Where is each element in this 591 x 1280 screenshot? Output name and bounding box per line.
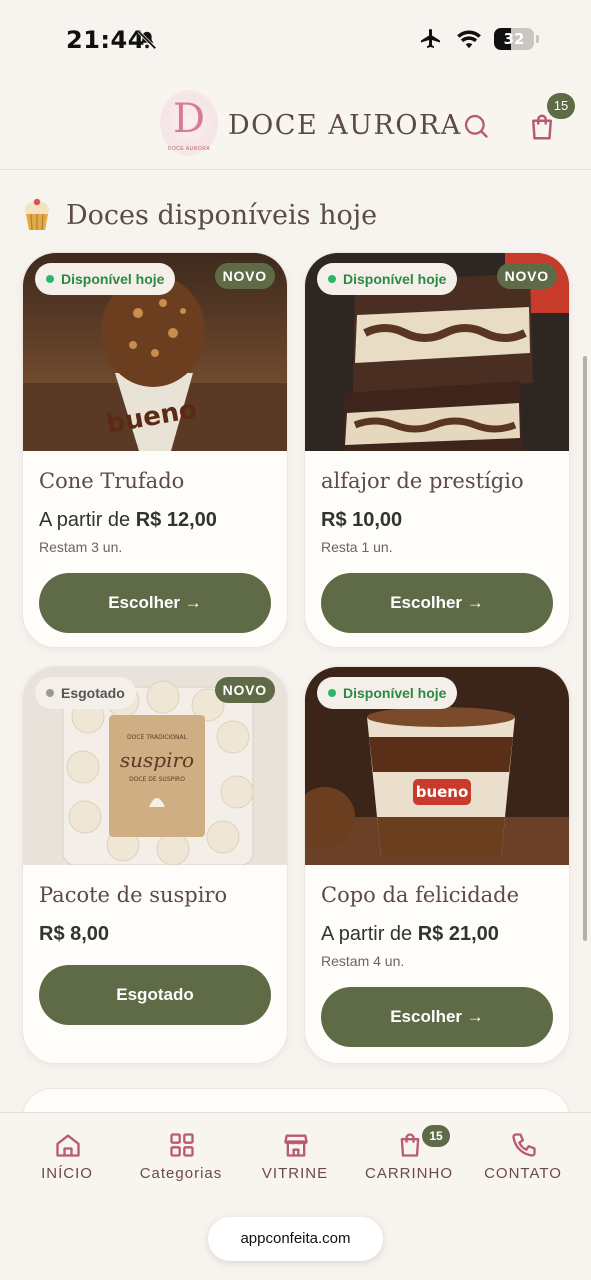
cart-icon [400, 1133, 420, 1157]
stock-label: Resta 1 un. [321, 539, 393, 555]
stock-label: Restam 3 un. [39, 539, 123, 555]
grid-icon [170, 1133, 194, 1157]
cupcake-icon [25, 198, 49, 231]
nav-label: CONTATO [484, 1165, 562, 1182]
nav-categories[interactable]: Categorias [122, 1113, 240, 1205]
product-name: Cone Trufado [39, 469, 185, 493]
stock-label: Restam 4 un. [321, 953, 405, 969]
svg-text:bueno: bueno [416, 783, 469, 801]
new-badge: NOVO [496, 263, 557, 289]
nav-home[interactable]: INÍCIO [8, 1113, 126, 1205]
phone-icon [512, 1133, 536, 1157]
nav-label: Categorias [139, 1165, 223, 1182]
product-card[interactable]: DOCE TRADICIONAL suspiro DOCE DE SUSPIRO… [22, 666, 288, 1064]
image-caption-sub: DOCE DE SUSPIRO [129, 776, 185, 783]
brand-name: DOCE AURORA [228, 110, 462, 141]
price-prefix: A partir de [39, 509, 136, 531]
search-icon[interactable] [462, 112, 490, 140]
section-header: Doces disponíveis hoje [22, 198, 377, 232]
availability-pill: Disponível hoje [317, 263, 458, 295]
availability-pill: Esgotado [35, 677, 136, 709]
logo-caption: DOCE AURORA [167, 146, 211, 152]
price-value: R$ 10,00 [321, 509, 403, 531]
product-price: A partir de R$ 12,00 [39, 509, 217, 532]
product-card[interactable]: bueno Disponível hoje Copo da felicidade… [304, 666, 570, 1064]
choose-button[interactable]: Escolher → [39, 573, 271, 633]
nav-contact[interactable]: CONTATO [464, 1113, 582, 1205]
availability-pill: Disponível hoje [317, 677, 458, 709]
product-card[interactable]: Disponível hoje NOVO alfajor de prestígi… [304, 252, 570, 648]
product-card[interactable]: bueno Disponível hoje NOVO Cone Trufado … [22, 252, 288, 648]
store-icon [284, 1134, 308, 1157]
bell-muted-icon [137, 30, 157, 50]
new-badge: NOVO [214, 677, 275, 703]
nav-cart[interactable]: CARRINHO [350, 1113, 468, 1205]
nav-showcase[interactable]: VITRINE [236, 1113, 354, 1205]
battery-level: 32 [503, 30, 525, 48]
product-name: Pacote de suspiro [39, 883, 228, 907]
product-name: alfajor de prestígio [321, 469, 524, 493]
price-value: R$ 12,00 [135, 509, 217, 531]
cart-count-badge: 15 [422, 1125, 450, 1147]
status-bar: 21:44 32 [0, 0, 591, 80]
browser-url-bar[interactable]: appconfeita.com [208, 1217, 383, 1261]
home-icon [56, 1134, 80, 1157]
price-value: R$ 8,00 [39, 923, 110, 945]
product-name: Copo da felicidade [321, 883, 520, 907]
app-header: D DOCE AURORA DOCE AURORA 15 [0, 80, 591, 170]
choose-button[interactable]: Escolher → [321, 573, 553, 633]
product-price: R$ 8,00 [39, 923, 109, 946]
bottom-nav: INÍCIO Categorias VITRINE CARRINHO 15 CO… [0, 1112, 591, 1204]
airplane-icon [421, 29, 440, 48]
price-value: R$ 21,00 [417, 923, 499, 945]
battery-indicator: 32 [494, 28, 534, 50]
wifi-icon [457, 30, 481, 49]
nav-label: CARRINHO [364, 1165, 453, 1182]
sold-out-button[interactable]: Esgotado [39, 965, 271, 1025]
product-price: A partir de R$ 21,00 [321, 923, 499, 946]
product-price: R$ 10,00 [321, 509, 402, 532]
scrollbar[interactable] [583, 356, 587, 941]
image-caption-title: suspiro [120, 748, 194, 772]
availability-pill: Disponível hoje [35, 263, 176, 295]
choose-button[interactable]: Escolher → [321, 987, 553, 1047]
brand-logo[interactable]: D DOCE AURORA [160, 90, 218, 156]
nav-label: VITRINE [261, 1165, 329, 1182]
new-badge: NOVO [214, 263, 275, 289]
cart-count-badge: 15 [547, 93, 575, 119]
logo-letter: D [172, 96, 206, 142]
price-prefix: A partir de [321, 923, 418, 945]
nav-label: INÍCIO [41, 1165, 93, 1182]
section-title: Doces disponíveis hoje [66, 199, 378, 231]
status-time: 21:44 [66, 26, 145, 54]
image-caption-top: DOCE TRADICIONAL [127, 734, 188, 741]
